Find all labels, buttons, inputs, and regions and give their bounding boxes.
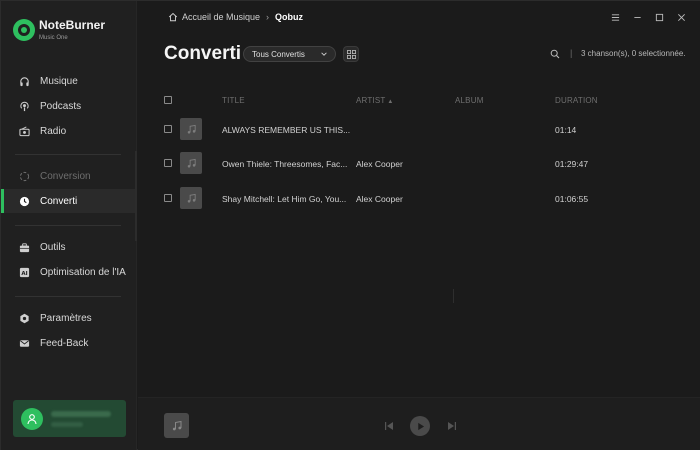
- sidebar-item-optimisation-ia[interactable]: AI Optimisation de l'IA: [1, 260, 137, 284]
- minimize-icon[interactable]: [631, 11, 643, 23]
- sidebar: NoteBurner Music One Musique Podcasts Ra…: [1, 1, 137, 450]
- track-artwork: [180, 187, 202, 209]
- sidebar-item-label: Radio: [40, 125, 67, 137]
- column-header-title[interactable]: TITLE: [222, 96, 245, 105]
- track-duration: 01:14: [555, 125, 577, 135]
- divider: [453, 289, 454, 303]
- close-icon[interactable]: [675, 11, 687, 23]
- track-artist: Alex Cooper: [356, 159, 403, 169]
- row-checkbox[interactable]: [164, 125, 172, 133]
- music-note-icon: [187, 193, 196, 203]
- column-header-artist[interactable]: ARTIST ▲: [356, 96, 394, 105]
- noteburner-logo-icon: [13, 19, 35, 41]
- music-note-icon: [187, 124, 196, 134]
- brand-name: NoteBurner: [39, 18, 106, 32]
- svg-text:AI: AI: [21, 270, 27, 276]
- ai-icon: AI: [19, 267, 30, 278]
- track-duration: 01:29:47: [555, 159, 589, 169]
- song-count-status: 3 chanson(s), 0 selectionnée.: [581, 49, 686, 58]
- podcast-icon: [19, 101, 30, 112]
- play-icon: [417, 422, 424, 430]
- main-content: Accueil de Musique › Qobuz Converti Tous…: [138, 1, 700, 450]
- track-title: Shay Mitchell: Let Him Go, You...: [222, 194, 347, 204]
- row-checkbox[interactable]: [164, 194, 172, 202]
- row-checkbox[interactable]: [164, 159, 172, 167]
- next-icon[interactable]: [446, 420, 458, 432]
- converted-filter-select[interactable]: Tous Convertis: [243, 46, 336, 62]
- conversion-icon: [19, 171, 30, 182]
- track-artist: Alex Cooper: [356, 194, 403, 204]
- now-playing-artwork: [164, 413, 189, 438]
- sidebar-divider: [15, 225, 121, 226]
- sidebar-item-label: Podcasts: [40, 100, 82, 112]
- track-artwork: [180, 152, 202, 174]
- breadcrumb-home-link[interactable]: Accueil de Musique: [182, 12, 260, 22]
- breadcrumb-current: Qobuz: [275, 12, 304, 22]
- radio-icon: [19, 126, 30, 137]
- sidebar-item-label: Paramètres: [40, 312, 92, 324]
- sidebar-item-label: Feed-Back: [40, 337, 89, 349]
- sidebar-item-conversion[interactable]: Conversion: [1, 164, 137, 188]
- sidebar-item-label: Musique: [40, 75, 78, 87]
- sidebar-item-parametres[interactable]: Paramètres: [1, 306, 137, 330]
- track-duration: 01:06:55: [555, 194, 589, 204]
- sidebar-divider: [15, 296, 121, 297]
- mail-icon: [19, 338, 30, 349]
- sidebar-item-converti[interactable]: Converti: [1, 189, 137, 213]
- user-account-card[interactable]: [13, 400, 126, 437]
- column-header-album[interactable]: ALBUM: [455, 96, 484, 105]
- column-header-duration[interactable]: DURATION: [555, 96, 598, 105]
- grid-icon: [346, 49, 356, 59]
- search-icon[interactable]: [550, 49, 560, 59]
- track-artwork: [180, 118, 202, 140]
- maximize-icon[interactable]: [653, 11, 665, 23]
- chevron-down-icon: [321, 52, 327, 56]
- sidebar-item-label: Conversion: [40, 170, 91, 182]
- track-title: Owen Thiele: Threesomes, Fac...: [222, 159, 348, 169]
- sidebar-item-podcasts[interactable]: Podcasts: [1, 94, 137, 118]
- filter-selected-value: Tous Convertis: [252, 49, 305, 59]
- sidebar-item-label: Optimisation de l'IA: [40, 266, 126, 278]
- play-button[interactable]: [410, 416, 430, 436]
- previous-icon[interactable]: [383, 420, 395, 432]
- avatar: [21, 407, 43, 430]
- sidebar-item-label: Outils: [40, 241, 66, 253]
- sidebar-item-radio[interactable]: Radio: [1, 119, 137, 143]
- select-all-checkbox[interactable]: [164, 96, 172, 104]
- sidebar-scrollbar[interactable]: [135, 151, 137, 241]
- sort-asc-icon: ▲: [385, 99, 394, 105]
- sidebar-item-label: Converti: [40, 195, 78, 207]
- sidebar-divider: [15, 154, 121, 155]
- brand: NoteBurner Music One: [13, 15, 105, 45]
- menu-icon[interactable]: [609, 11, 621, 23]
- music-note-icon: [172, 420, 181, 430]
- clock-icon: [19, 196, 30, 207]
- toolbox-icon: [19, 242, 30, 253]
- sidebar-item-musique[interactable]: Musique: [1, 69, 137, 93]
- brand-subtitle: Music One: [39, 35, 68, 41]
- music-note-icon: [187, 158, 196, 168]
- sidebar-item-feedback[interactable]: Feed-Back: [1, 331, 137, 355]
- headphones-icon: [19, 76, 30, 87]
- player-bar: [138, 397, 700, 450]
- user-info-blurred: [51, 410, 111, 427]
- home-icon[interactable]: [168, 12, 178, 22]
- track-title: ALWAYS REMEMBER US THIS...: [222, 125, 351, 135]
- page-title: Converti: [164, 43, 242, 64]
- grid-view-button[interactable]: [343, 46, 359, 62]
- status-separator: |: [570, 48, 573, 58]
- sidebar-item-outils[interactable]: Outils: [1, 235, 137, 259]
- app-window: NoteBurner Music One Musique Podcasts Ra…: [0, 0, 700, 450]
- breadcrumb: Accueil de Musique › Qobuz: [168, 10, 303, 24]
- breadcrumb-separator-icon: ›: [266, 12, 270, 22]
- gear-icon: [19, 313, 30, 324]
